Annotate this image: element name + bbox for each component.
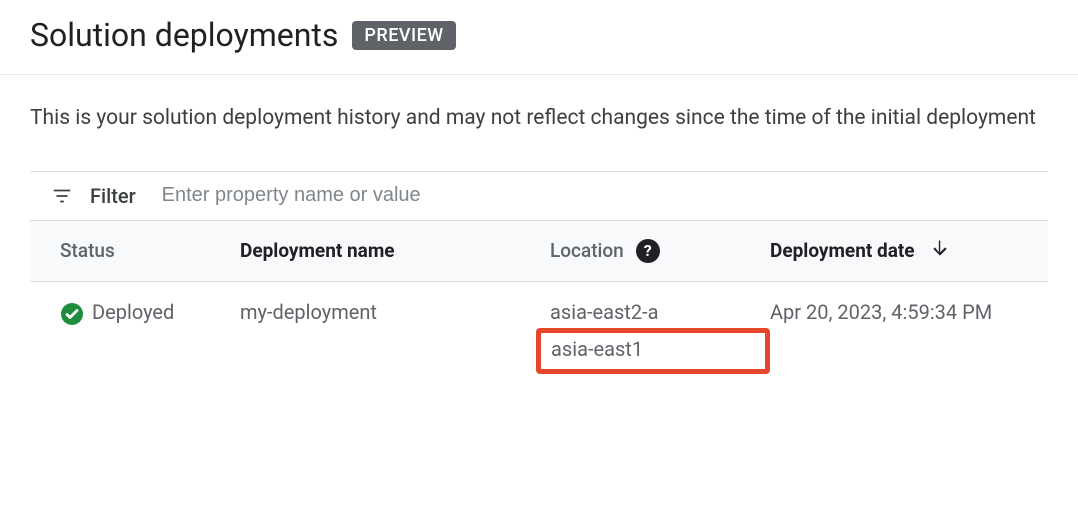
table-row: Deployed my-deployment asia-east2-a asia… — [30, 282, 1048, 392]
column-header-location[interactable]: Location ? — [550, 237, 770, 265]
status-text: Deployed — [92, 300, 174, 324]
column-header-status[interactable]: Status — [30, 237, 240, 265]
column-header-name-label: Deployment name — [240, 239, 395, 262]
location-2-highlighted: asia-east1 — [536, 328, 770, 374]
column-header-location-label: Location — [550, 239, 624, 262]
filter-icon[interactable] — [50, 184, 74, 208]
cell-deployment-name[interactable]: my-deployment — [240, 300, 550, 374]
location-1: asia-east2-a — [550, 300, 770, 324]
description-text: This is your solution deployment history… — [0, 103, 1078, 135]
table-header-row: Status Deployment name Location ? Deploy… — [30, 220, 1048, 282]
cell-date: Apr 20, 2023, 4:59:34 PM — [770, 300, 1048, 374]
preview-badge: PREVIEW — [352, 21, 455, 50]
sort-descending-icon — [929, 237, 951, 265]
divider — [0, 74, 1078, 75]
page-header: Solution deployments PREVIEW — [0, 0, 1078, 74]
deployment-name-text: my-deployment — [240, 300, 377, 324]
column-header-date[interactable]: Deployment date — [770, 237, 1048, 265]
cell-status: Deployed — [30, 300, 240, 374]
help-icon[interactable]: ? — [636, 239, 660, 263]
deployment-date-text: Apr 20, 2023, 4:59:34 PM — [770, 300, 992, 324]
column-header-name[interactable]: Deployment name — [240, 237, 550, 265]
filter-bar: Filter — [30, 171, 1048, 220]
location-2-text: asia-east1 — [551, 337, 643, 361]
filter-label: Filter — [90, 184, 136, 208]
cell-location: asia-east2-a asia-east1 — [550, 300, 770, 374]
filter-input[interactable] — [162, 184, 1038, 207]
column-header-status-label: Status — [60, 239, 115, 262]
page-title: Solution deployments — [30, 16, 338, 54]
check-circle-icon — [60, 302, 84, 326]
column-header-date-label: Deployment date — [770, 239, 915, 262]
deployments-table-area: Filter Status Deployment name Location ?… — [0, 171, 1078, 392]
